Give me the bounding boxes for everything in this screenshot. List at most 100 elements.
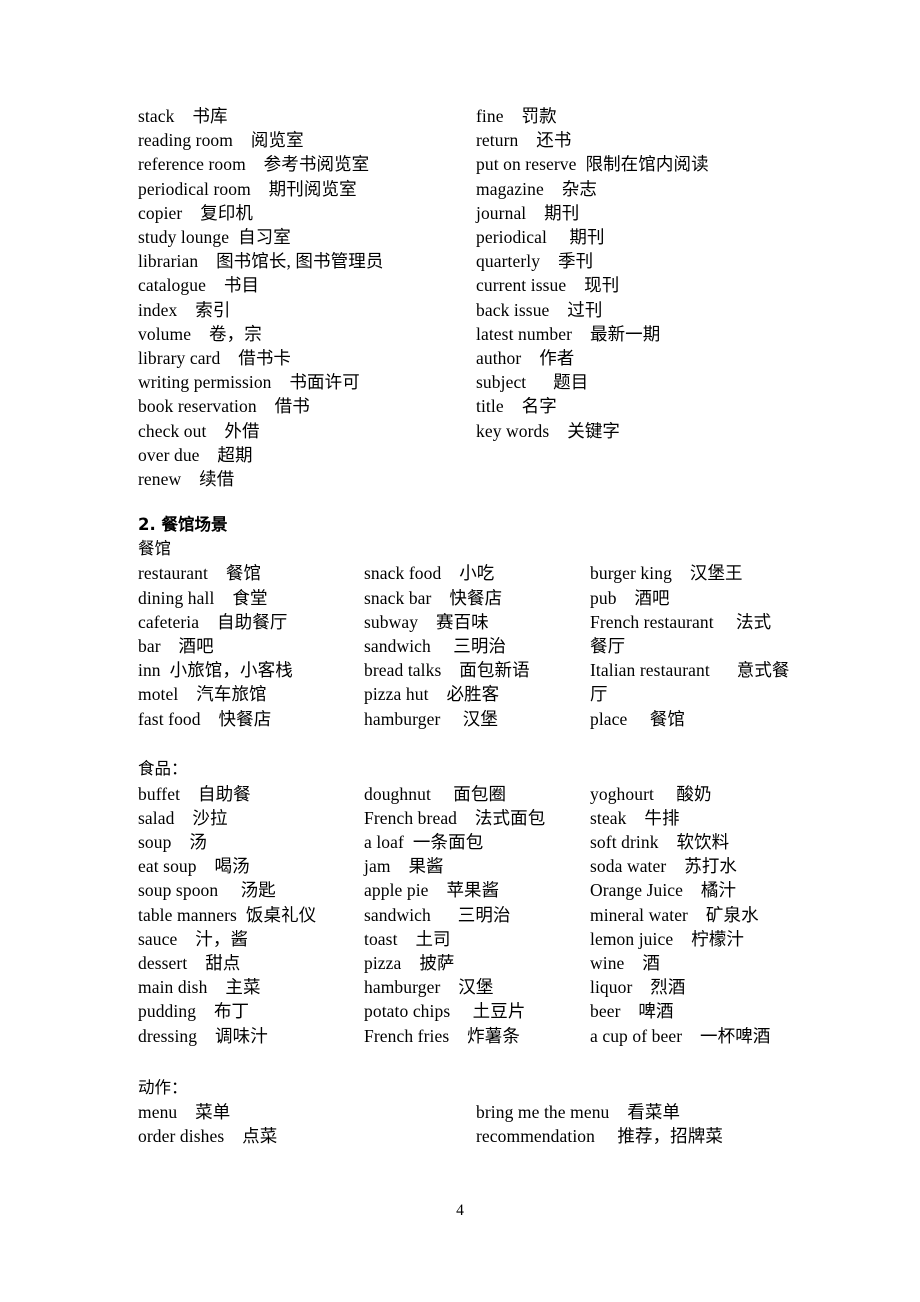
vocab-entry: over due 超期: [138, 444, 253, 465]
section-heading-restaurant: 2. 餐馆场景: [138, 515, 228, 534]
vocab-entry: copier 复印机: [138, 202, 254, 223]
vocab-entry: apple pie 苹果酱: [364, 880, 500, 901]
vocab-entry: a cup of beer 一杯啤酒: [590, 1025, 771, 1046]
vocab-entry: sandwich 三明治: [364, 904, 511, 925]
vocab-entry: subject 题目: [476, 372, 589, 393]
vocab-entry: snack bar 快餐店: [364, 587, 503, 608]
vocab-entry: menu 菜单: [138, 1101, 231, 1122]
vocab-entry: mineral water 矿泉水: [590, 904, 759, 925]
vocab-entry: a loaf 一条面包: [364, 832, 484, 853]
vocab-entry: dessert 甜点: [138, 953, 241, 974]
vocab-entry: check out 外借: [138, 420, 260, 441]
vocab-entry: hamburger 汉堡: [364, 977, 494, 998]
vocab-entry: soda water 苏打水: [590, 856, 738, 877]
vocab-entry: liquor 烈酒: [590, 977, 686, 998]
vocab-entry: return 还书: [476, 130, 572, 151]
vocab-entry: cafeteria 自助餐厅: [138, 611, 288, 632]
vocab-entry: index 索引: [138, 299, 231, 320]
vocab-entry: potato chips 土豆片: [364, 1001, 526, 1022]
vocab-entry: back issue 过刊: [476, 299, 603, 320]
vocab-entry: pizza hut 必胜客: [364, 684, 500, 705]
vocab-entry: motel 汽车旅馆: [138, 684, 267, 705]
vocab-entry: sandwich 三明治: [364, 636, 507, 657]
vocab-entry: latest number 最新一期: [476, 323, 661, 344]
food-column-3: yoghourt 酸奶 steak 牛排 soft drink 软饮料 soda…: [590, 782, 798, 1048]
vocab-entry: yoghourt 酸奶: [590, 783, 712, 804]
subsection-heading-action: 动作：: [138, 1077, 188, 1097]
vocab-entry: stack 书库: [138, 106, 228, 126]
vocab-entry: sauce 汁，酱: [138, 928, 249, 949]
restaurant-column-3: burger king 汉堡王 pub 酒吧 French restaurant…: [590, 561, 798, 730]
vocab-entry: fine 罚款: [476, 106, 557, 126]
vocab-entry: beer 啤酒: [590, 1001, 674, 1022]
vocab-entry: periodical 期刊: [476, 227, 605, 248]
vocab-entry: lemon juice 柠檬汁: [590, 928, 744, 949]
vocab-entry: Orange Juice 橘汁: [590, 880, 737, 901]
vocab-entry: librarian 图书馆长, 图书管理员: [138, 251, 384, 272]
food-vocabulary-block: buffet 自助餐 salad 沙拉 soup 汤 eat soup 喝汤 s…: [138, 782, 798, 1050]
vocab-entry: table manners 饭桌礼仪: [138, 904, 317, 925]
vocab-entry: reference room 参考书阅览室: [138, 154, 370, 175]
vocab-entry: subway 赛百味: [364, 611, 489, 632]
library-left-column: stack 书库 reading room 阅览室 reference room…: [138, 104, 468, 491]
restaurant-column-2: snack food 小吃 snack bar 快餐店 subway 赛百味 s…: [364, 561, 586, 730]
vocab-entry: writing permission 书面许可: [138, 372, 360, 393]
vocab-entry: salad 沙拉: [138, 807, 228, 828]
vocab-entry: restaurant 餐馆: [138, 563, 262, 584]
action-vocabulary-block: menu 菜单 order dishes 点菜 bring me the men…: [138, 1100, 798, 1152]
vocab-entry: journal 期刊: [476, 202, 580, 223]
subsection-heading-food: 食品：: [138, 759, 188, 779]
vocab-entry: author 作者: [476, 348, 575, 369]
restaurant-vocabulary-block: restaurant 餐馆 dining hall 食堂 cafeteria 自…: [138, 561, 798, 731]
restaurant-column-1: restaurant 餐馆 dining hall 食堂 cafeteria 自…: [138, 561, 360, 730]
vocab-entry: place 餐馆: [590, 708, 685, 729]
vocab-entry: toast 土司: [364, 928, 451, 949]
page-number: 4: [456, 1202, 464, 1219]
vocab-entry: current issue 现刊: [476, 275, 620, 296]
vocab-entry: snack food 小吃: [364, 563, 495, 584]
vocab-entry: title 名字: [476, 396, 557, 417]
vocab-entry: Italian restaurant 意式餐: [590, 660, 790, 681]
vocab-entry: buffet 自助餐: [138, 783, 251, 804]
vocab-entry: study lounge 自习室: [138, 227, 291, 248]
vocab-entry: French bread 法式面包: [364, 807, 546, 828]
vocab-entry: book reservation 借书: [138, 396, 310, 417]
vocab-entry: library card 借书卡: [138, 348, 292, 369]
vocab-entry: catalogue 书目: [138, 275, 260, 296]
vocab-entry: reading room 阅览室: [138, 130, 304, 151]
vocab-entry: put on reserve 限制在馆内阅读: [476, 154, 709, 175]
vocab-entry-wrap: 餐厅: [590, 636, 626, 657]
vocab-entry-wrap: 厅: [590, 684, 608, 705]
vocab-entry: pub 酒吧: [590, 587, 670, 608]
vocab-entry: soup spoon 汤匙: [138, 880, 276, 901]
vocab-entry: order dishes 点菜: [138, 1126, 278, 1147]
action-column-2: bring me the menu 看菜单 recommendation 推荐，…: [476, 1100, 798, 1148]
vocab-entry: bar 酒吧: [138, 636, 214, 657]
library-right-column: fine 罚款 return 还书 put on reserve 限制在馆内阅读…: [476, 104, 796, 443]
vocab-entry: recommendation 推荐，招牌菜: [476, 1126, 723, 1147]
vocab-entry: main dish 主菜: [138, 977, 261, 998]
vocab-entry: French restaurant 法式: [590, 611, 772, 632]
vocab-entry: eat soup 喝汤: [138, 856, 250, 877]
vocab-entry: pudding 布丁: [138, 1001, 250, 1022]
vocab-entry: soft drink 软饮料: [590, 832, 730, 853]
library-vocabulary-block: stack 书库 reading room 阅览室 reference room…: [138, 104, 798, 491]
vocab-entry: soup 汤: [138, 832, 207, 853]
vocab-entry: pizza 披萨: [364, 953, 455, 974]
action-column-1: menu 菜单 order dishes 点菜: [138, 1100, 468, 1148]
vocab-entry: magazine 杂志: [476, 178, 597, 199]
vocab-entry: fast food 快餐店: [138, 708, 272, 729]
vocab-entry: bread talks 面包新语: [364, 660, 530, 681]
food-column-2: doughnut 面包圈 French bread 法式面包 a loaf 一条…: [364, 782, 586, 1048]
vocab-entry: wine 酒: [590, 953, 660, 974]
vocab-entry: periodical room 期刊阅览室: [138, 178, 357, 199]
vocab-entry: steak 牛排: [590, 807, 680, 828]
vocab-entry: jam 果酱: [364, 856, 444, 877]
vocab-entry: volume 卷，宗: [138, 323, 262, 344]
vocab-entry: dining hall 食堂: [138, 587, 268, 608]
vocab-entry: bring me the menu 看菜单: [476, 1101, 681, 1122]
food-column-1: buffet 自助餐 salad 沙拉 soup 汤 eat soup 喝汤 s…: [138, 782, 360, 1048]
